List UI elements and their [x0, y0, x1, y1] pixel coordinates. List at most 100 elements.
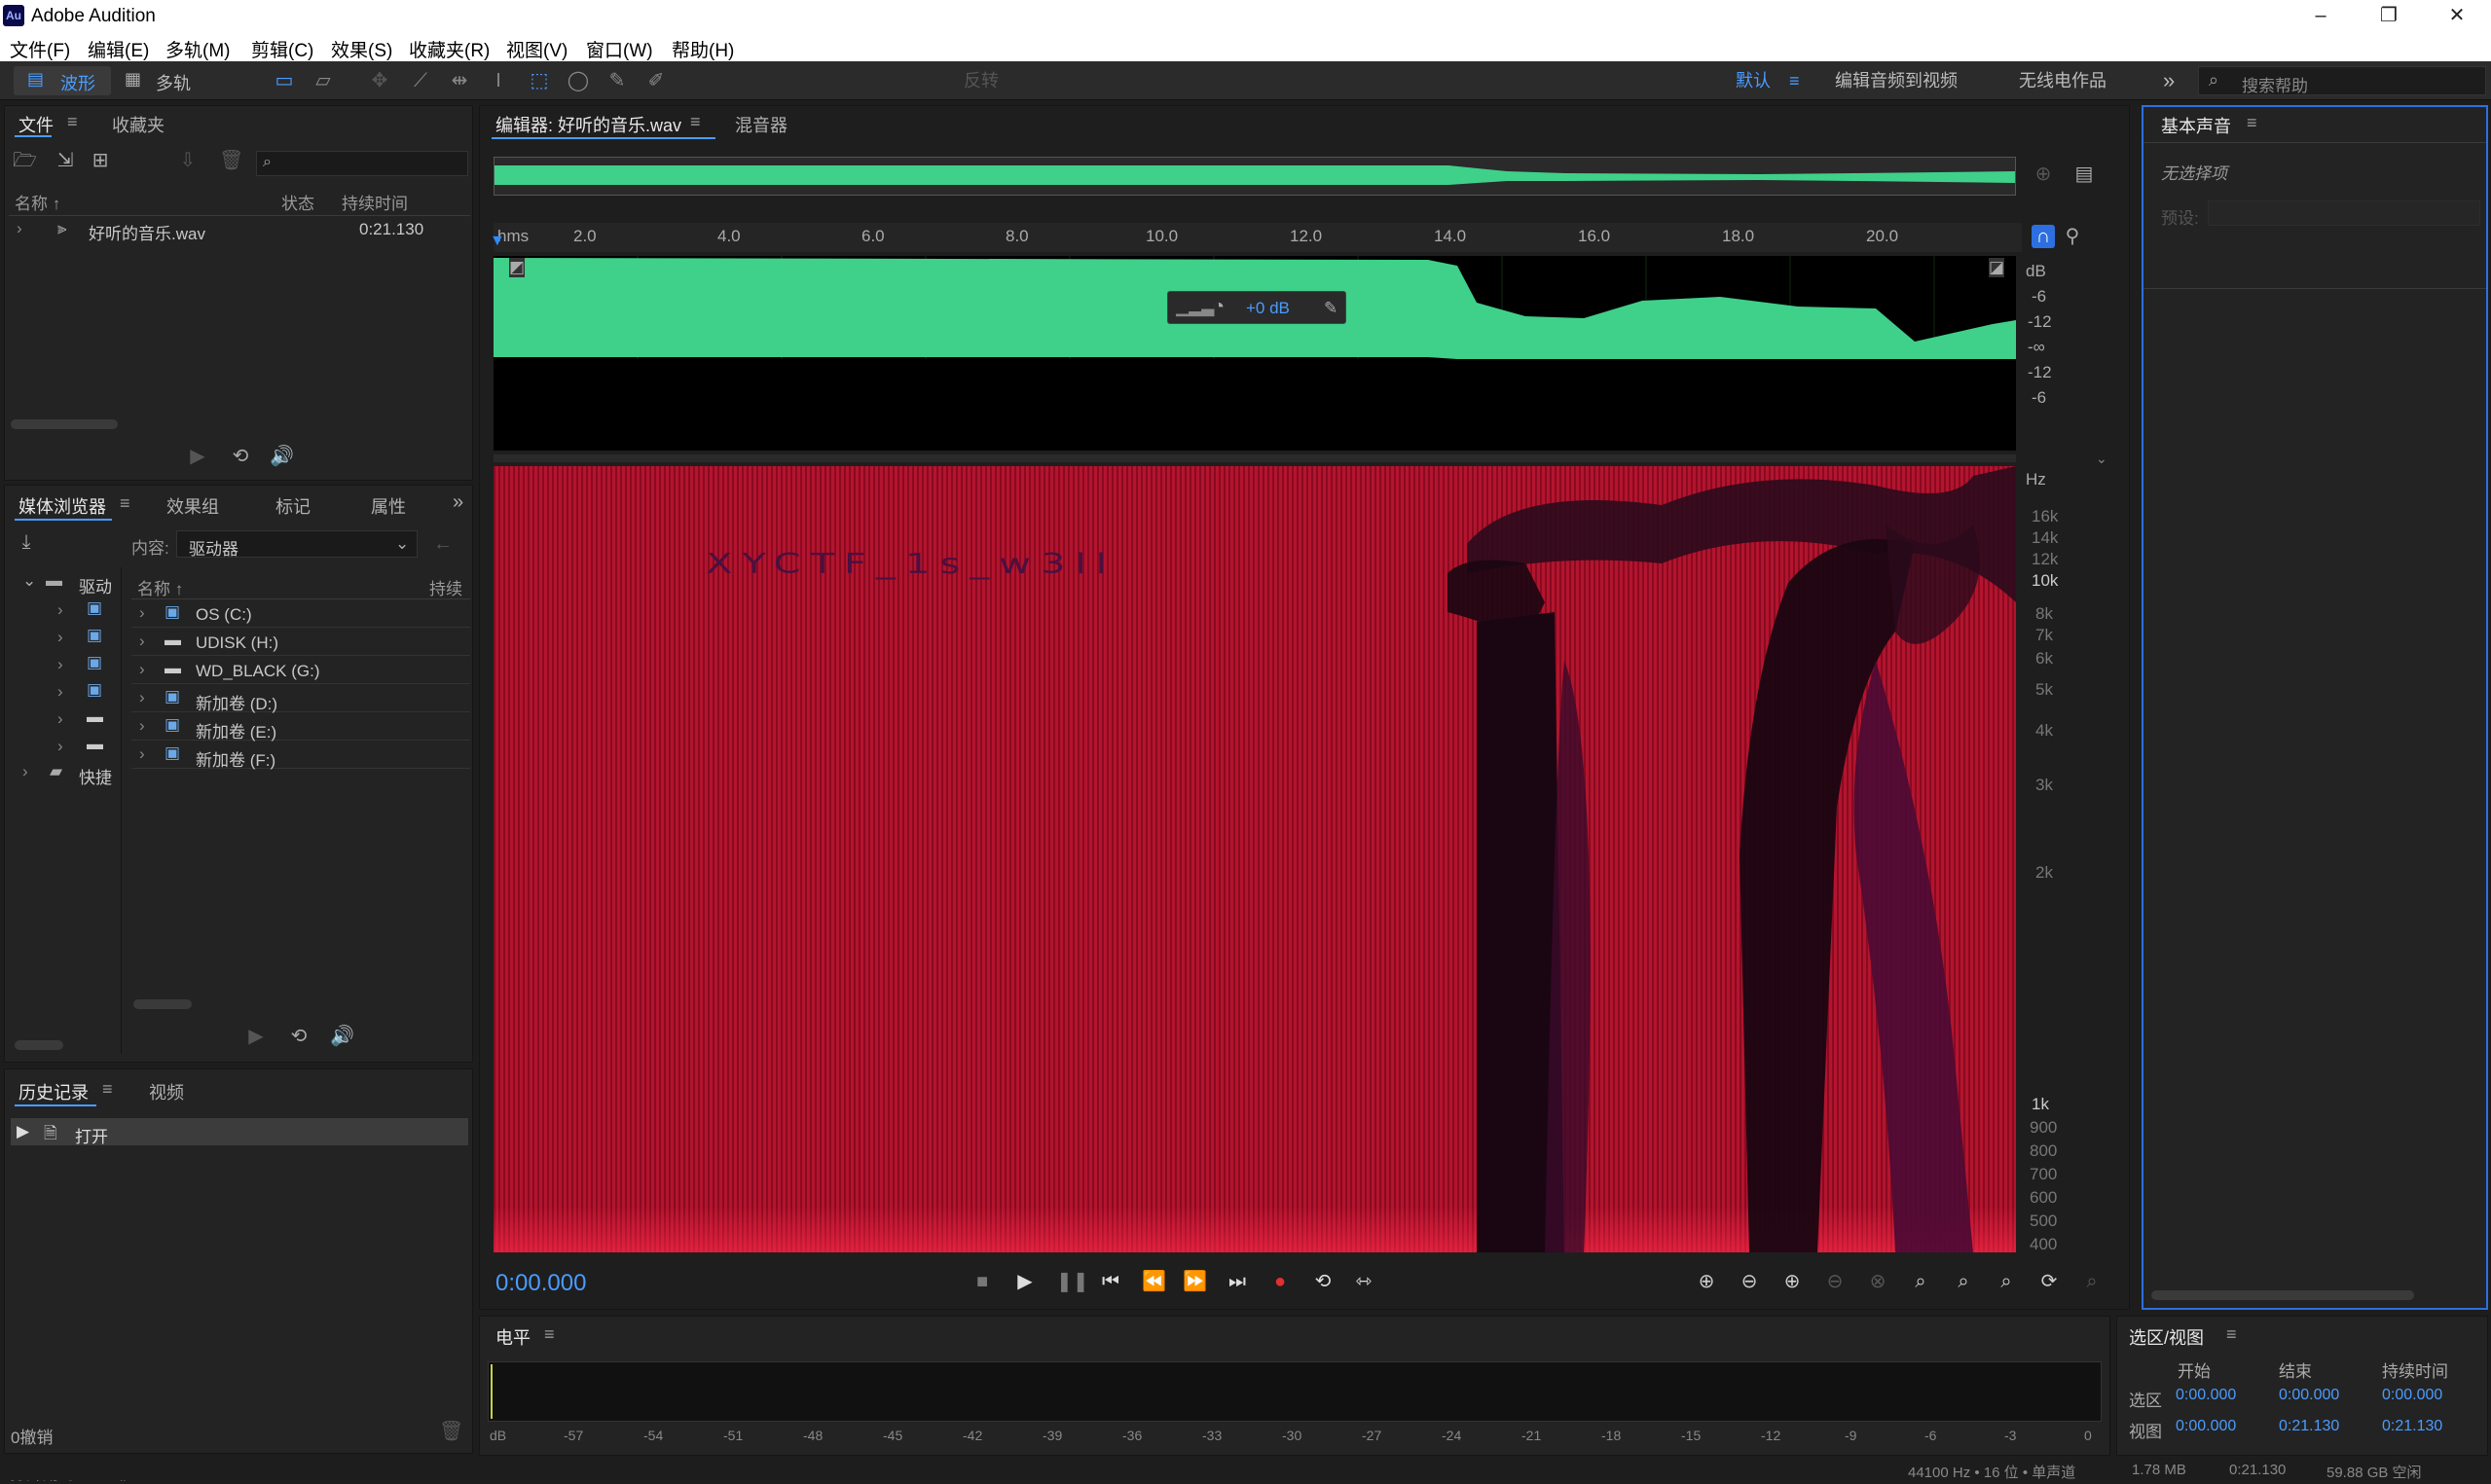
fade-out-handle-icon[interactable]: ◪	[1989, 258, 2005, 277]
zoom-overview-icon[interactable]: ⊕	[2032, 163, 2055, 186]
tab-levels[interactable]: 电平	[495, 1324, 531, 1350]
selection-start[interactable]: 0:00.000	[2176, 1387, 2236, 1404]
brush-tool-icon[interactable]: ✎	[605, 69, 629, 92]
files-search-input[interactable]: ⌕	[256, 151, 468, 176]
zoom-out-amplitude-icon[interactable]: ⊖	[1738, 1270, 1761, 1293]
spectral-display[interactable]: XYCTF_1s_w3ll	[494, 466, 2016, 1252]
menu-help[interactable]: 帮助(H)	[672, 36, 734, 62]
multitrack-view-button[interactable]: ▦ 多轨	[121, 66, 208, 95]
more-tabs-icon[interactable]: »	[453, 491, 463, 514]
fade-in-handle-icon[interactable]: ◩	[509, 258, 526, 277]
menu-edit[interactable]: 编辑(E)	[88, 36, 149, 62]
history-item[interactable]: ▶ 🗎 打开	[11, 1118, 468, 1146]
insert-into-multitrack-icon[interactable]: ⇩	[176, 149, 200, 172]
time-ruler[interactable]: hms 2.0 4.0 6.0 8.0 10.0 12.0 14.0 16.0 …	[490, 223, 2022, 252]
preset-dropdown[interactable]	[2208, 200, 2480, 226]
drive-row[interactable]: › ▣ 新加卷 (D:)	[131, 685, 470, 713]
tree-node-chevron[interactable]: ›	[57, 737, 63, 756]
record-icon[interactable]: ●	[1268, 1270, 1292, 1293]
expand-chevron-icon[interactable]: ⌄	[22, 571, 36, 591]
menu-clip[interactable]: 剪辑(C)	[251, 36, 313, 62]
loop-playback-icon[interactable]: ⟲	[1311, 1270, 1335, 1293]
menu-multitrack[interactable]: 多轨(M)	[165, 36, 230, 62]
delete-history-icon[interactable]: 🗑	[439, 1420, 463, 1443]
zoom-out-time-icon[interactable]: ⊖	[1823, 1270, 1847, 1293]
overview-navigator[interactable]	[494, 157, 2016, 196]
rewind-icon[interactable]: ⏪	[1142, 1270, 1166, 1293]
expand-chevron-icon[interactable]: ›	[139, 632, 145, 651]
display-splitter[interactable]	[494, 454, 2016, 462]
expand-chevron-icon[interactable]: ›	[17, 219, 22, 238]
tree-drives[interactable]: 驱动	[79, 573, 112, 597]
skip-to-start-icon[interactable]: ⏮	[1099, 1270, 1122, 1293]
play-preview-icon[interactable]: ▶	[244, 1025, 268, 1048]
loop-preview-icon[interactable]: ⟲	[229, 445, 252, 468]
expand-chevron-icon[interactable]: ›	[139, 716, 145, 736]
zoom-reset-icon[interactable]: ⟳	[2037, 1270, 2061, 1293]
menu-window[interactable]: 窗口(W)	[586, 36, 653, 62]
skip-to-end-icon[interactable]: ⏭	[1226, 1270, 1249, 1293]
expand-chevron-icon[interactable]: ›	[139, 688, 145, 707]
tree-node-chevron[interactable]: ›	[57, 682, 63, 702]
horizontal-scrollbar[interactable]	[15, 1040, 63, 1050]
zoom-in-point-icon[interactable]: ⌕	[1909, 1270, 1932, 1293]
gain-knob-icon[interactable]: ◔	[1213, 296, 1225, 318]
tree-node-chevron[interactable]: ›	[57, 655, 63, 674]
restore-icon[interactable]: ❐	[2355, 0, 2423, 32]
tab-video[interactable]: 视频	[149, 1079, 184, 1104]
workspace-radio[interactable]: 无线电作品	[2019, 67, 2106, 94]
minimize-icon[interactable]: –	[2287, 0, 2355, 32]
menu-effects[interactable]: 效果(S)	[331, 36, 392, 62]
view-start[interactable]: 0:00.000	[2176, 1418, 2236, 1435]
selection-end[interactable]: 0:00.000	[2279, 1387, 2339, 1404]
menu-view[interactable]: 视图(V)	[506, 36, 568, 62]
razor-tool-icon[interactable]: ⟋	[409, 69, 432, 92]
waveform-view-button[interactable]: ▤ 波形	[14, 66, 111, 95]
zoom-in-amplitude-icon[interactable]: ⊕	[1695, 1270, 1718, 1293]
zoom-to-selection-icon[interactable]: ⌕	[1952, 1270, 1975, 1293]
col-duration[interactable]: 持续	[429, 575, 462, 599]
content-dropdown[interactable]: 驱动器 ⌄	[176, 530, 418, 559]
tab-favorites[interactable]: 收藏夹	[112, 112, 165, 137]
tree-node-chevron[interactable]: ›	[57, 600, 63, 620]
delete-icon[interactable]: 🗑	[219, 149, 243, 172]
pitch-display-icon[interactable]: ▱	[311, 69, 335, 92]
snap-icon[interactable]: ∩	[2032, 225, 2055, 248]
invert-button[interactable]: 反转	[964, 67, 999, 94]
time-selection-tool-icon[interactable]: I	[487, 69, 510, 92]
marquee-tool-icon[interactable]: ⬚	[528, 69, 551, 92]
col-status[interactable]: 状态	[281, 190, 314, 214]
tab-media-browser[interactable]: 媒体浏览器	[18, 493, 106, 519]
import-file-icon[interactable]: ⇲	[54, 149, 77, 172]
horizontal-scrollbar[interactable]	[11, 419, 118, 429]
col-duration[interactable]: 持续时间	[342, 190, 408, 214]
skip-selection-icon[interactable]: ⇿	[1352, 1270, 1375, 1293]
tab-effects-rack[interactable]: 效果组	[166, 493, 219, 519]
lasso-tool-icon[interactable]: ◯	[567, 69, 590, 92]
chevron-down-icon[interactable]: ⌄	[2096, 451, 2107, 467]
search-help-input[interactable]: 搜索帮助	[2242, 72, 2308, 96]
more-workspaces-icon[interactable]: »	[2163, 67, 2175, 94]
current-time-display[interactable]: 0:00.000	[495, 1270, 586, 1297]
tab-history[interactable]: 历史记录	[18, 1079, 89, 1104]
move-tool-icon[interactable]: ✥	[368, 69, 391, 92]
essential-sound-menu-icon[interactable]: ≡	[2247, 113, 2257, 133]
slip-tool-icon[interactable]: ⇹	[448, 69, 471, 92]
horizontal-scrollbar[interactable]	[133, 999, 192, 1009]
open-file-icon[interactable]: 🗁	[13, 149, 37, 172]
files-panel-menu-icon[interactable]: ≡	[67, 112, 78, 132]
loop-preview-icon[interactable]: ⟲	[287, 1025, 311, 1048]
zoom-in-time-icon[interactable]: ⊕	[1780, 1270, 1804, 1293]
tab-essential-sound[interactable]: 基本声音	[2161, 113, 2231, 138]
drive-row[interactable]: › ▣ 新加卷 (E:)	[131, 713, 470, 742]
media-browser-menu-icon[interactable]: ≡	[120, 493, 130, 514]
play-icon[interactable]: ▶	[1013, 1270, 1037, 1293]
drive-row[interactable]: › ▣ OS (C:)	[131, 600, 470, 628]
drive-row[interactable]: › ▬ WD_BLACK (G:)	[131, 657, 470, 684]
workspace-default[interactable]: 默认	[1736, 67, 1771, 94]
spot-healing-tool-icon[interactable]: ✐	[644, 69, 668, 92]
selection-view-menu-icon[interactable]: ≡	[2226, 1324, 2237, 1345]
horizontal-scrollbar[interactable]	[2151, 1290, 2414, 1300]
col-name[interactable]: 名称 ↑	[15, 190, 60, 214]
back-arrow-icon[interactable]: ←	[431, 532, 455, 556]
